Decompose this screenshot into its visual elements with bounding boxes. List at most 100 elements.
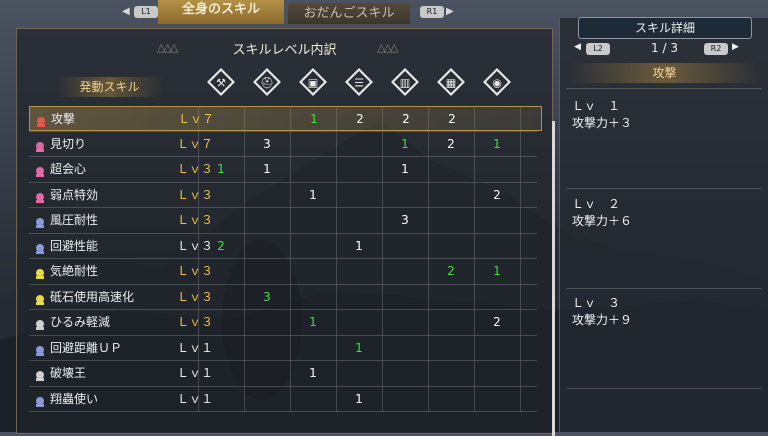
skill-point-cell	[382, 361, 428, 386]
skill-point-cell: 3	[263, 289, 271, 304]
skill-point-cell: 1	[309, 315, 317, 329]
skill-point-cell: 2	[217, 238, 225, 253]
skill-point-cell	[428, 157, 474, 182]
skill-point-cell: 3	[263, 136, 271, 151]
tab-right-arrow-icon[interactable]: ▶	[446, 6, 454, 17]
skill-point-cell: 1	[263, 162, 271, 176]
skill-jewel-icon	[34, 240, 46, 254]
skill-point-cell	[428, 361, 474, 386]
skill-point-cell	[336, 183, 382, 208]
skill-point-cell	[382, 234, 428, 259]
divider	[566, 288, 762, 289]
skill-name: 超会心	[50, 162, 87, 176]
tab-full-body-skills[interactable]: 全身のスキル	[158, 0, 284, 24]
skill-point-cell	[290, 259, 336, 284]
skill-row[interactable]: 超会心 Ｌｖ３ 1 1 1	[29, 157, 542, 182]
skill-point-cell: 1	[401, 162, 409, 176]
svg-text:⚒: ⚒	[216, 77, 226, 90]
skill-name: 翔蟲使い	[50, 391, 99, 406]
skill-point-cell: 1	[493, 264, 501, 278]
skill-row[interactable]: 弱点特効 Ｌｖ３ 1 2	[29, 183, 542, 208]
skill-point-cell	[198, 387, 244, 412]
level-3-desc: 攻撃力＋９	[572, 313, 633, 327]
skill-name: ひるみ軽減	[50, 315, 111, 329]
skill-point-cell	[290, 387, 336, 412]
skill-point-cell	[475, 107, 521, 132]
skill-row[interactable]: 気絶耐性 Ｌｖ３ 2 1	[29, 259, 542, 284]
tab-dango-skills[interactable]: おだんごスキル	[288, 3, 410, 24]
l1-button[interactable]: L1	[134, 6, 158, 18]
skill-point-cell: 1	[309, 187, 317, 202]
skill-point-cell	[336, 285, 382, 310]
skill-point-cell: 2	[493, 187, 501, 202]
skill-row[interactable]: 回避距離ＵＰ Ｌｖ１ 1	[29, 336, 542, 361]
r2-button[interactable]: R2	[704, 43, 728, 55]
skill-point-cell	[382, 183, 428, 208]
skill-point-cell: 2	[356, 112, 364, 126]
skill-point-cell: 2	[402, 112, 410, 126]
level-2-block: Ｌｖ ２ 攻撃力＋６	[572, 196, 632, 230]
waist-icon: ▥	[390, 67, 420, 97]
tab-left-arrow-icon[interactable]: ◀	[122, 6, 130, 17]
skill-point-cell: 2	[493, 315, 501, 329]
level-3-block: Ｌｖ ３ 攻撃力＋９	[572, 295, 632, 329]
skill-point-cell: 1	[355, 391, 363, 406]
detail-skill-name: 攻撃	[568, 63, 761, 83]
skill-point-cell	[290, 336, 336, 361]
divider	[566, 88, 762, 89]
skill-point-cell	[198, 336, 244, 361]
skill-row[interactable]: 翔蟲使い Ｌｖ１ 1	[29, 387, 542, 412]
skill-point-cell	[382, 259, 428, 284]
skill-detail-panel: スキル詳細 ◀ L2 1 / 3 R2 ▶ 攻撃 Ｌｖ １ 攻撃力＋３ Ｌｖ ２…	[559, 17, 768, 432]
skill-point-cell: 1	[355, 238, 363, 253]
skill-jewel-icon	[34, 342, 46, 356]
skill-point-cell	[336, 361, 382, 386]
skill-point-cell	[382, 285, 428, 310]
skill-point-cell	[244, 208, 290, 233]
skill-point-cell: 1	[217, 162, 225, 176]
skill-point-cell	[336, 310, 382, 335]
leg-icon: ▦	[436, 67, 466, 97]
pager-right-arrow-icon[interactable]: ▶	[732, 42, 739, 52]
skill-detail-title: スキル詳細	[578, 17, 752, 39]
skill-jewel-icon	[34, 189, 46, 203]
skill-point-cell	[428, 285, 474, 310]
skill-point-cell	[336, 157, 382, 182]
skill-row[interactable]: ひるみ軽減 Ｌｖ３ 1 2	[29, 310, 542, 335]
skill-point-cell	[290, 157, 336, 182]
skill-point-cell	[198, 132, 244, 157]
skill-row[interactable]: 砥石使用高速化 Ｌｖ３ 3	[29, 285, 542, 310]
skill-point-cell: 2	[448, 112, 456, 126]
level-3-label: Ｌｖ ３	[572, 296, 621, 310]
skill-jewel-icon	[34, 393, 46, 407]
skill-row[interactable]: 回避性能 Ｌｖ３ 2 1	[29, 234, 542, 259]
svg-text:▦: ▦	[446, 77, 456, 90]
skill-row[interactable]: 風圧耐性 Ｌｖ３ 3	[29, 208, 542, 233]
r1-button[interactable]: R1	[420, 6, 444, 18]
skill-point-cell	[382, 310, 428, 335]
skill-point-cell	[245, 107, 291, 132]
skill-jewel-icon	[34, 138, 46, 152]
skill-point-cell	[290, 132, 336, 157]
svg-text:▣: ▣	[308, 77, 318, 90]
skill-point-cell	[198, 259, 244, 284]
skill-point-cell	[428, 336, 474, 361]
skill-name: 回避距離ＵＰ	[50, 340, 123, 355]
skill-row[interactable]: 見切り Ｌｖ７ 3 1 2 1	[29, 132, 542, 157]
skill-point-cell	[336, 208, 382, 233]
skill-point-cell	[244, 234, 290, 259]
tab-bar: ◀ L1 全身のスキル おだんごスキル R1 ▶	[120, 0, 454, 26]
skill-jewel-icon	[34, 291, 46, 305]
arm-icon: ☰	[344, 67, 374, 97]
scrollbar[interactable]	[552, 121, 555, 436]
skill-jewel-icon	[34, 265, 46, 279]
svg-text:☰: ☰	[354, 77, 364, 90]
skill-row[interactable]: 破壊王 Ｌｖ１ 1	[29, 361, 542, 386]
skill-name: 回避性能	[50, 238, 99, 253]
level-2-desc: 攻撃力＋６	[572, 214, 633, 228]
skill-point-cell	[336, 132, 382, 157]
skill-row[interactable]: 攻撃 Ｌｖ７ 1 2 2 2	[29, 106, 542, 131]
skill-point-cell	[474, 208, 520, 233]
skill-breakdown-panel: △△△ スキルレベル内訳 △△△ 発動スキル ⚒ ⛑ ▣ ☰ ▥ ▦ ◉ 攻撃 Ｌｖ７ 1 2 2 2…	[16, 28, 555, 436]
skill-point-cell	[474, 285, 520, 310]
